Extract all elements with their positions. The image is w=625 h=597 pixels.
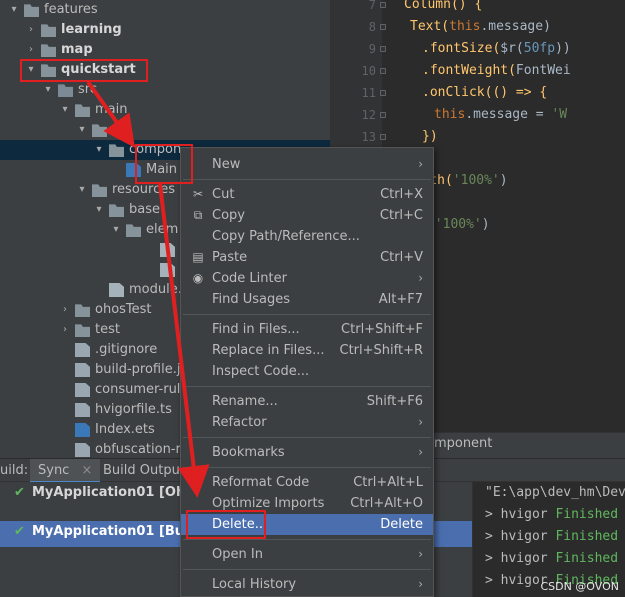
watermark: CSDN @OVON [540, 580, 619, 593]
ide-window: ▾ features › learning › map ▾ quickstart ▾ src ▾ ma… [0, 0, 625, 597]
arrow-to-delete [158, 183, 210, 498]
annotation-arrows [86, 80, 210, 498]
arrow-to-component [86, 80, 135, 148]
